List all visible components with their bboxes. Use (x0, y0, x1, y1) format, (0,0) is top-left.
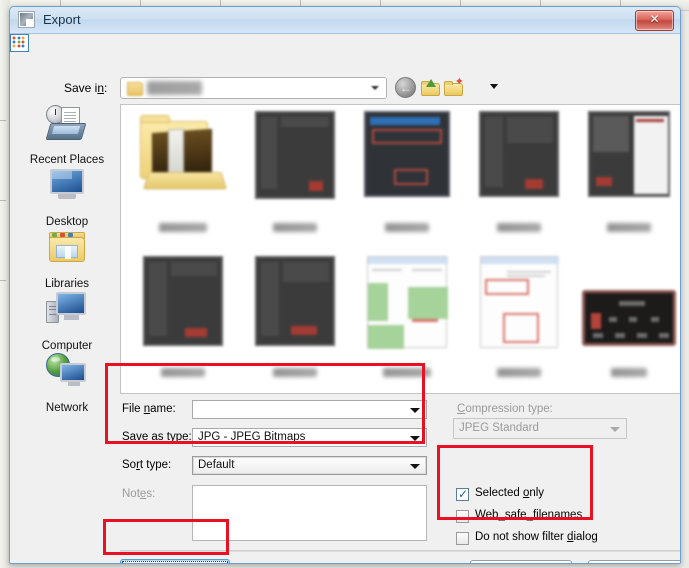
checkbox-label: Do not show filter dialog (475, 531, 598, 543)
places-sidebar: Recent Places Desktop Libraries Computer… (23, 104, 111, 414)
window-title: Export (43, 12, 81, 27)
folder-thumbnail (138, 111, 228, 191)
app-icon (18, 11, 35, 28)
chevron-down-icon (410, 464, 420, 469)
checkbox-box (456, 510, 469, 523)
checkbox-label: Web_safe_filenames (475, 509, 583, 521)
image-thumbnail (255, 111, 335, 199)
dialog-body: Save in: ← ✦ Recent Places Desktop Libra… (10, 34, 680, 563)
sidebar-item-libraries[interactable]: Libraries (23, 228, 111, 290)
list-item[interactable] (351, 105, 463, 250)
sort-type-label: Sort type: (122, 459, 172, 471)
list-item[interactable] (463, 105, 575, 250)
title-bar: Export ✕ (10, 7, 680, 34)
compression-type-value: JPEG Standard (459, 422, 539, 434)
list-item-label (127, 368, 239, 380)
sidebar-item-label: Computer (41, 340, 93, 352)
chevron-down-icon (410, 408, 420, 413)
image-thumbnail (582, 290, 676, 346)
save-as-type-label: Save as type: (122, 431, 192, 443)
list-item[interactable] (573, 105, 680, 250)
image-thumbnail (255, 256, 335, 346)
focus-ring (122, 561, 228, 563)
chevron-down-icon (410, 436, 420, 441)
image-thumbnail (480, 256, 559, 348)
save-as-type-value: JPG - JPEG Bitmaps (198, 431, 306, 443)
list-item[interactable] (127, 105, 239, 250)
file-list-panel[interactable] (120, 104, 680, 394)
image-thumbnail (367, 256, 448, 349)
checkbox-box (456, 532, 469, 545)
cancel-button[interactable]: Cancel (588, 560, 680, 563)
views-icon[interactable] (10, 34, 29, 52)
list-item[interactable] (351, 250, 463, 393)
notes-label: Notes: (122, 488, 156, 500)
recent-places-icon (44, 104, 90, 142)
back-arrow-icon[interactable]: ← (395, 77, 416, 98)
list-item[interactable] (239, 105, 351, 250)
list-item[interactable] (463, 250, 575, 393)
list-item-label (463, 223, 575, 235)
notes-textarea[interactable] (192, 485, 427, 541)
sidebar-item-label: Network (45, 402, 89, 414)
divider (120, 550, 680, 552)
list-item-label (573, 223, 680, 235)
create-new-folder-icon[interactable]: ✦ (444, 77, 465, 98)
list-item[interactable] (239, 250, 351, 393)
save-in-label: Save in: (64, 81, 108, 95)
sort-type-combobox[interactable]: Default (192, 456, 427, 475)
sidebar-item-recent-places[interactable]: Recent Places (23, 104, 111, 166)
chevron-down-icon[interactable] (490, 84, 498, 89)
chevron-down-icon (610, 427, 620, 432)
image-thumbnail (479, 111, 559, 197)
sidebar-item-computer[interactable]: Computer (23, 290, 111, 352)
list-item-label (351, 368, 463, 380)
close-button[interactable]: ✕ (635, 10, 674, 31)
file-name-input[interactable] (192, 400, 427, 419)
checkbox-label: Selected only (475, 487, 545, 499)
sidebar-item-label: Recent Places (29, 154, 105, 166)
network-icon (44, 352, 90, 390)
chevron-down-icon (371, 86, 379, 90)
list-item[interactable] (127, 250, 239, 393)
export-dialog: Export ✕ Save in: ← ✦ Recent Places Desk… (9, 6, 681, 564)
image-thumbnail (364, 111, 450, 197)
sidebar-item-desktop[interactable]: Desktop (23, 166, 111, 228)
computer-icon (44, 290, 90, 328)
sort-type-value: Default (198, 459, 235, 471)
checkbox-box: ✓ (456, 487, 469, 501)
save-in-combobox[interactable] (120, 77, 387, 99)
compression-type-label: Compression type: (457, 403, 553, 415)
list-item-label (127, 223, 239, 235)
check-icon: ✓ (458, 487, 469, 501)
file-name-label: File name: (122, 403, 176, 415)
folder-icon (127, 82, 143, 96)
libraries-icon (44, 228, 90, 266)
compression-type-combobox: JPEG Standard (453, 418, 627, 439)
sidebar-item-network[interactable]: Network (23, 352, 111, 414)
image-thumbnail (588, 111, 670, 197)
image-thumbnail (143, 256, 223, 346)
options-button[interactable]: Options << (120, 559, 230, 563)
up-one-level-folder-icon[interactable] (421, 77, 442, 98)
save-as-type-combobox[interactable]: JPG - JPEG Bitmaps (192, 428, 427, 447)
list-item-label (239, 368, 351, 380)
list-item-label (351, 223, 463, 235)
list-item-label (463, 368, 575, 380)
list-item-label (239, 223, 351, 235)
desktop-icon (44, 166, 90, 204)
close-icon: ✕ (649, 12, 660, 26)
sidebar-item-label: Libraries (44, 278, 90, 290)
list-item-label (573, 368, 680, 380)
export-button[interactable]: Export (470, 560, 572, 563)
sidebar-item-label: Desktop (45, 216, 89, 228)
save-in-value (147, 81, 202, 95)
list-item[interactable] (573, 250, 680, 393)
